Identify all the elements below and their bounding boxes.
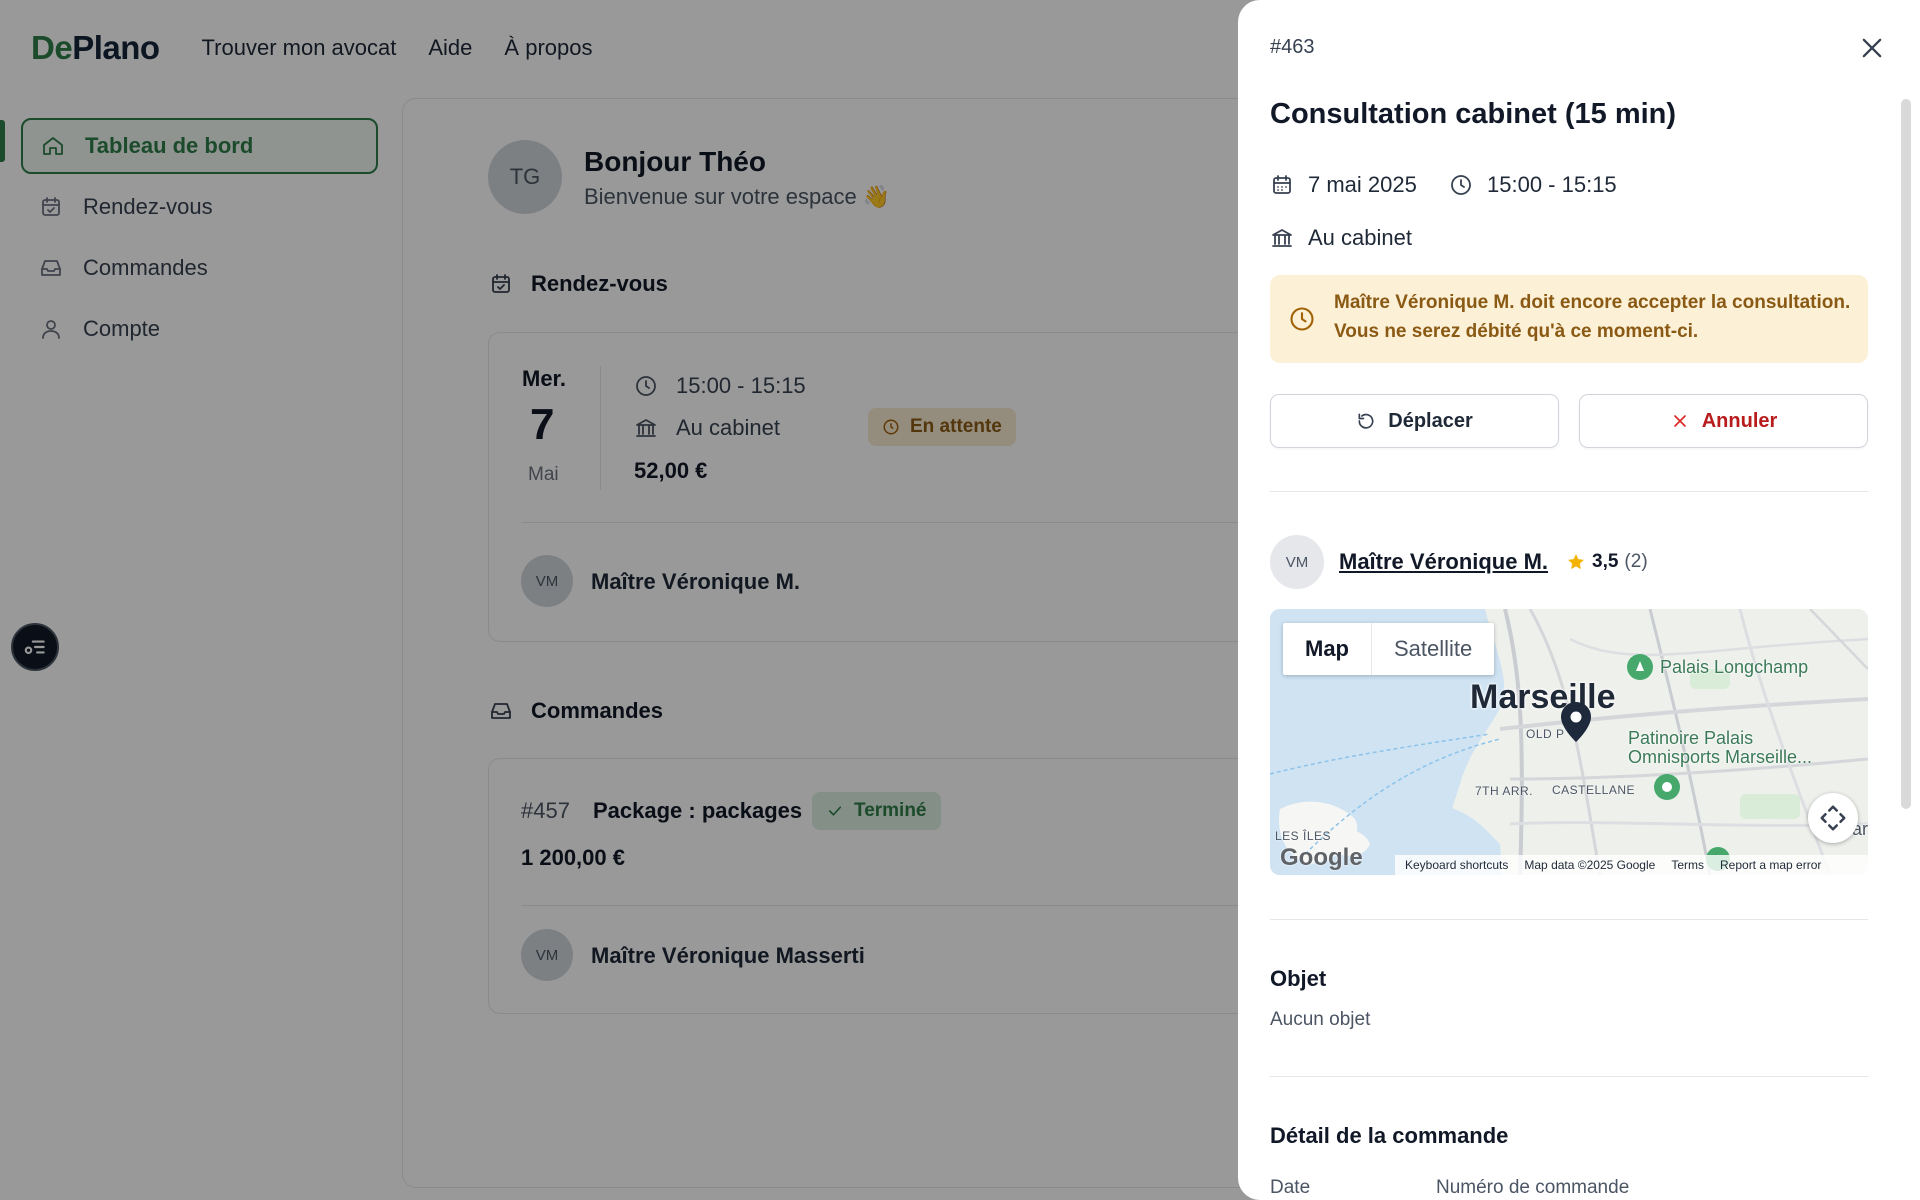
drawer-place-text: Au cabinet	[1308, 225, 1412, 250]
map-attribution-bar: Keyboard shortcuts Map data ©2025 Google…	[1395, 855, 1868, 875]
drawer-appointment-id: #463	[1270, 36, 1315, 58]
map-type-map[interactable]: Map	[1283, 623, 1371, 675]
map-poi-patinoire-2: Omnisports Marseille...	[1628, 747, 1813, 767]
close-icon	[1862, 38, 1882, 58]
lawyer-rating: 3,5 (2)	[1566, 551, 1648, 573]
alert-line-1: Maître Véronique M. doit encore accepter…	[1334, 292, 1851, 313]
map-report-error-link[interactable]: Report a map error	[1720, 858, 1821, 872]
drawer-date-text: 7 mai 2025	[1308, 172, 1417, 197]
button-label: Annuler	[1701, 409, 1778, 432]
map-type-satellite[interactable]: Satellite	[1371, 623, 1494, 675]
lawyer-avatar: VM	[1270, 535, 1324, 589]
reschedule-button[interactable]: Déplacer	[1270, 394, 1559, 448]
map-label-7th: 7TH ARR.	[1475, 784, 1534, 798]
star-icon	[1568, 554, 1584, 570]
button-label: Déplacer	[1388, 409, 1473, 432]
map-keyboard-shortcuts[interactable]: Keyboard shortcuts	[1405, 858, 1508, 872]
rotate-ccw-icon	[1358, 413, 1374, 429]
close-icon	[1673, 415, 1686, 427]
appointment-detail-drawer: #463 Consultation cabinet (15 min) 7 mai…	[1238, 0, 1920, 1200]
clock-icon	[1290, 307, 1314, 331]
map-terms-link[interactable]: Terms	[1671, 858, 1704, 872]
clock-icon	[1451, 175, 1471, 195]
object-value: Aucun objet	[1270, 1009, 1371, 1030]
order-detail-heading: Détail de la commande	[1270, 1123, 1509, 1148]
order-detail-number-label: Numéro de commande	[1436, 1177, 1630, 1198]
drawer-time: 15:00 - 15:15	[1449, 172, 1617, 198]
map-poi-patinoire-1: Patinoire Palais	[1628, 728, 1754, 748]
cancel-button[interactable]: Annuler	[1579, 394, 1868, 448]
location-map[interactable]: Map Satellite Marseille OLD P 7TH ARR. C…	[1270, 609, 1868, 875]
map-type-toggle: Map Satellite	[1283, 623, 1495, 675]
calendar-icon	[1273, 175, 1291, 194]
drawer-date: 7 mai 2025	[1270, 172, 1417, 198]
lawyer-profile-link[interactable]: Maître Véronique M.	[1339, 549, 1548, 575]
map-label-les-iles: LES ÎLES	[1275, 829, 1332, 843]
drawer-divider	[1270, 491, 1868, 492]
google-logo[interactable]: Google	[1280, 844, 1363, 872]
location-pin-icon	[1561, 702, 1591, 742]
drawer-divider	[1270, 919, 1868, 920]
alert-line-2: Vous ne serez débité qu'à ce moment-ci.	[1334, 321, 1699, 342]
map-pan-control[interactable]	[1808, 793, 1858, 843]
drawer-title: Consultation cabinet (15 min)	[1270, 98, 1677, 130]
drawer-divider	[1270, 1076, 1868, 1077]
rating-count: (2)	[1624, 551, 1648, 572]
drawer-time-text: 15:00 - 15:15	[1487, 172, 1617, 197]
rating-value: 3,5	[1592, 551, 1619, 572]
pending-acceptance-alert: Maître Véronique M. doit encore accepter…	[1270, 275, 1868, 363]
map-poi-longchamp: Palais Longchamp	[1660, 657, 1809, 677]
bank-icon	[1272, 229, 1292, 247]
arrows-move-icon	[1820, 805, 1846, 831]
order-detail-date-label: Date	[1270, 1177, 1311, 1198]
map-data-attribution: Map data ©2025 Google	[1524, 858, 1656, 872]
drawer-scrollbar[interactable]	[1901, 99, 1911, 809]
map-city-label: Marseille	[1470, 678, 1616, 716]
drawer-place: Au cabinet	[1270, 225, 1412, 251]
close-button[interactable]	[1858, 34, 1886, 62]
object-heading: Objet	[1270, 966, 1327, 991]
map-label-castellane: CASTELLANE	[1552, 783, 1636, 797]
